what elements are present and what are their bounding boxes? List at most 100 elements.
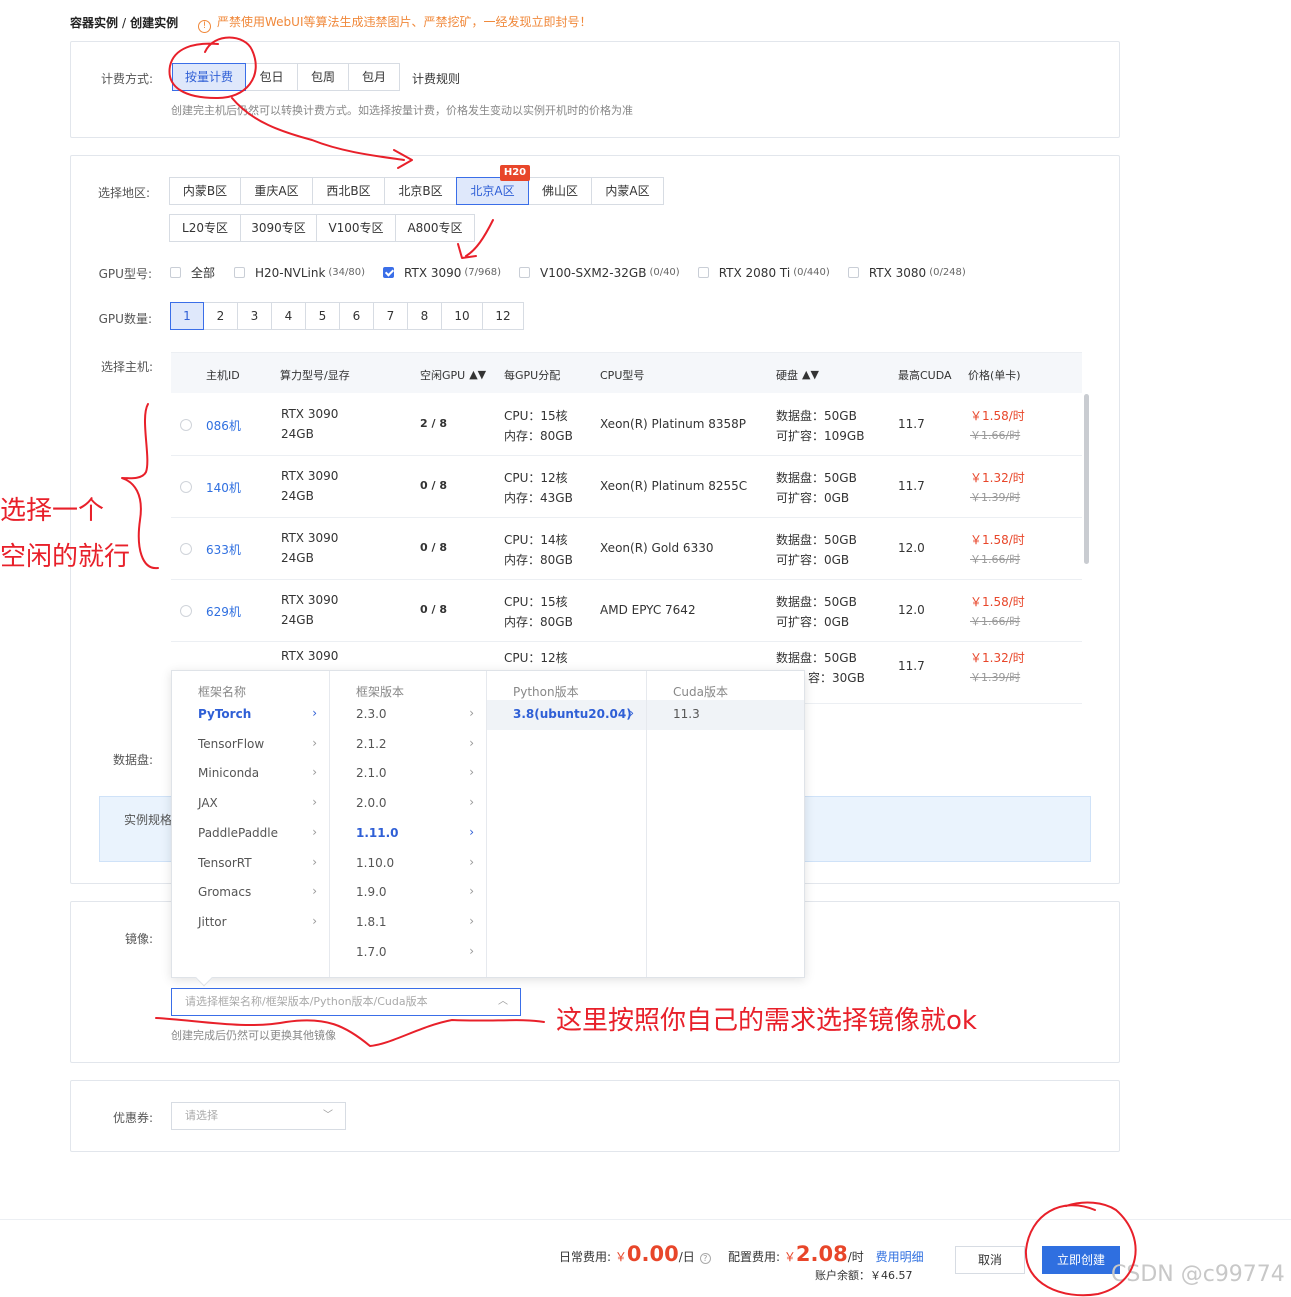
region-option[interactable]: L20专区 (169, 214, 241, 242)
gpu-model: RTX 3090 (281, 407, 339, 421)
billing-rules-link[interactable]: 计费规则 (412, 70, 460, 87)
region-option[interactable]: 北京B区 (384, 177, 457, 205)
gpu-type-count: (7/968) (464, 267, 502, 278)
chevron-right-icon: › (312, 855, 317, 869)
version-option[interactable]: 2.1.0 › (330, 759, 486, 789)
framework-option[interactable]: TensorRT › (172, 849, 329, 879)
gpu-count-option[interactable]: 4 (271, 302, 306, 330)
cuda-option[interactable]: 11.3 (647, 700, 804, 730)
python-option-selected[interactable]: 3.8(ubuntu20.04) › (487, 700, 646, 730)
region-option[interactable]: A800专区 (395, 214, 475, 242)
checkbox-icon[interactable] (697, 267, 709, 278)
gpu-count-option[interactable]: 7 (373, 302, 408, 330)
sort-icon[interactable]: ▲▼ (802, 368, 819, 381)
gpu-count-option[interactable]: 6 (339, 302, 374, 330)
version-option[interactable]: 1.9.0 › (330, 878, 486, 908)
breadcrumb-separator: / (122, 16, 127, 30)
framework-option[interactable]: JAX › (172, 789, 329, 819)
radio-icon[interactable] (180, 543, 192, 555)
host-id[interactable]: 633机 (206, 541, 241, 558)
version-option[interactable]: 2.3.0 › (330, 700, 486, 730)
create-button[interactable]: 立即创建 (1042, 1246, 1120, 1274)
host-id[interactable]: 086机 (206, 417, 241, 434)
version-option[interactable]: 2.0.0 › (330, 789, 486, 819)
disk: 数据盘：50GB (776, 471, 857, 485)
col-free-gpu-label: 空闲GPU (420, 369, 466, 382)
disk: 数据盘：50GB (776, 533, 857, 547)
region-option[interactable]: V100专区 (316, 214, 396, 242)
region-option[interactable]: 内蒙A区 (591, 177, 664, 205)
cpu-cores: CPU：12核 (504, 651, 568, 665)
radio-icon[interactable] (180, 481, 192, 493)
option-label: 3.8(ubuntu20.04) (513, 707, 632, 721)
radio-icon[interactable] (180, 419, 192, 431)
table-scrollbar[interactable] (1084, 394, 1089, 564)
billing-option-weekly[interactable]: 包周 (297, 63, 349, 91)
region-option-selected[interactable]: 北京A区 (456, 177, 529, 205)
option-label: Jittor (198, 915, 227, 929)
gpu-count-option[interactable]: 3 (237, 302, 272, 330)
checkbox-checked-icon[interactable] (383, 267, 395, 278)
gpu-type-options: 全部 H20-NVLink (34/80) RTX 3090 (7/968) V10… (170, 264, 984, 281)
gpu-type-rtx3090[interactable]: RTX 3090 (7/968) (383, 264, 501, 281)
config-cost-currency: ￥ (783, 1250, 796, 1264)
table-row[interactable]: 086机 RTX 3090 24GB 2 / 8 CPU：15核 内存：80GB… (171, 394, 1082, 456)
framework-option[interactable]: Jittor › (172, 908, 329, 938)
host-table-body: 086机 RTX 3090 24GB 2 / 8 CPU：15核 内存：80GB… (171, 394, 1082, 706)
version-option[interactable]: 2.1.2 › (330, 730, 486, 760)
gpu-count-option[interactable]: 2 (203, 302, 238, 330)
option-label: 1.9.0 (356, 885, 387, 899)
version-option-selected[interactable]: 1.11.0 › (330, 819, 486, 849)
billing-option-daily[interactable]: 包日 (245, 63, 298, 91)
region-option[interactable]: 佛山区 (528, 177, 592, 205)
gpu-count-option[interactable]: 8 (407, 302, 442, 330)
version-option[interactable]: 1.8.1 › (330, 908, 486, 938)
gpu-type-rtx2080ti[interactable]: RTX 2080 Ti (0/440) (697, 264, 830, 281)
cancel-button[interactable]: 取消 (955, 1246, 1025, 1274)
coupon-select[interactable]: 请选择 ﹀ (171, 1102, 346, 1130)
ram: 内存：80GB (504, 615, 573, 629)
sort-icon[interactable]: ▲▼ (469, 368, 486, 381)
radio-icon[interactable] (180, 605, 192, 617)
checkbox-icon[interactable] (519, 267, 531, 278)
version-option[interactable]: 1.7.0 › (330, 938, 486, 968)
host-id[interactable]: 629机 (206, 603, 241, 620)
breadcrumb-parent[interactable]: 容器实例 (70, 16, 118, 30)
cost-details-link[interactable]: 费用明细 (876, 1250, 924, 1264)
col-free-gpu[interactable]: 空闲GPU ▲▼ (420, 367, 486, 383)
gpu-type-rtx3080[interactable]: RTX 3080 (0/248) (847, 264, 966, 281)
gpu-count-option[interactable]: 10 (441, 302, 483, 330)
gpu-memory: 24GB (281, 551, 314, 565)
gpu-count-option[interactable]: 5 (305, 302, 340, 330)
host-id[interactable]: 140机 (206, 479, 241, 496)
image-select[interactable]: 请选择框架名称/框架版本/Python版本/Cuda版本 ︿ (171, 988, 521, 1016)
gpu-type-v100[interactable]: V100-SXM2-32GB (0/40) (519, 264, 680, 281)
billing-option-monthly[interactable]: 包月 (348, 63, 400, 91)
region-option[interactable]: 重庆A区 (240, 177, 313, 205)
framework-option[interactable]: Miniconda › (172, 759, 329, 789)
gpu-type-h20[interactable]: H20-NVLink (34/80) (234, 264, 365, 281)
help-icon[interactable]: ? (699, 1253, 711, 1264)
cuda: 12.0 (898, 603, 925, 617)
region-option[interactable]: 西北B区 (312, 177, 385, 205)
table-row[interactable]: 140机 RTX 3090 24GB 0 / 8 CPU：12核 内存：43GB… (171, 456, 1082, 518)
gpu-count-option-selected[interactable]: 1 (170, 302, 204, 330)
checkbox-icon[interactable] (234, 267, 246, 278)
cpu-cores: CPU：14核 (504, 533, 568, 547)
billing-option-hourly[interactable]: 按量计费 (172, 63, 246, 91)
version-option[interactable]: 1.10.0 › (330, 849, 486, 879)
gpu-count-option[interactable]: 12 (482, 302, 524, 330)
checkbox-icon[interactable] (847, 267, 859, 278)
framework-option[interactable]: TensorFlow › (172, 730, 329, 760)
framework-option[interactable]: Gromacs › (172, 878, 329, 908)
region-option[interactable]: 3090专区 (240, 214, 317, 242)
option-label: PyTorch (198, 707, 252, 721)
col-disk[interactable]: 硬盘 ▲▼ (776, 367, 819, 383)
table-row[interactable]: 629机 RTX 3090 24GB 0 / 8 CPU：15核 内存：80GB… (171, 580, 1082, 642)
framework-option-selected[interactable]: PyTorch › (172, 700, 329, 730)
gpu-type-all[interactable]: 全部 (170, 264, 215, 281)
region-option[interactable]: 内蒙B区 (169, 177, 241, 205)
checkbox-icon[interactable] (170, 267, 181, 278)
framework-option[interactable]: PaddlePaddle › (172, 819, 329, 849)
table-row[interactable]: 633机 RTX 3090 24GB 0 / 8 CPU：14核 内存：80GB… (171, 518, 1082, 580)
